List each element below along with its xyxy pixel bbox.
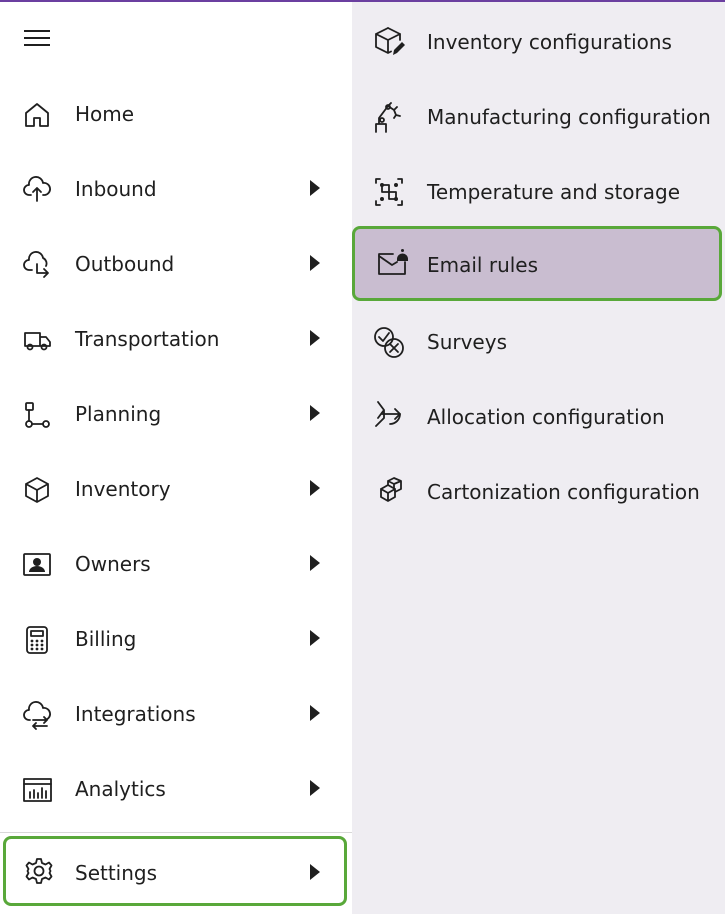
inbound-icon (22, 175, 52, 205)
nav-item-inventory[interactable]: Inventory (0, 459, 352, 519)
nav-item-home[interactable]: Home (0, 84, 352, 144)
chevron-right-icon (310, 255, 320, 271)
home-icon (22, 100, 52, 130)
boxes-icon (372, 475, 406, 509)
nav-item-label: Integrations (75, 702, 196, 726)
storage-grid-icon (372, 175, 406, 209)
robot-arm-icon (372, 100, 406, 134)
cloud-sync-icon (22, 700, 52, 730)
submenu-item-allocation-configuration[interactable]: Allocation configuration (352, 383, 725, 447)
allocation-arrow-icon (372, 400, 406, 434)
chevron-right-icon (310, 864, 320, 880)
submenu-item-label: Inventory configurations (427, 30, 672, 54)
nav-item-label: Billing (75, 627, 137, 651)
hamburger-icon[interactable] (22, 26, 52, 50)
chevron-right-icon (310, 555, 320, 571)
mail-alert-icon (375, 246, 409, 280)
submenu-item-surveys[interactable]: Surveys (352, 308, 725, 372)
nav-item-label: Analytics (75, 777, 166, 801)
submenu-item-cartonization-configuration[interactable]: Cartonization configuration (352, 458, 725, 522)
chevron-right-icon (310, 330, 320, 346)
settings-submenu: Inventory configurations Manufacturing c… (352, 2, 725, 914)
outbound-icon (22, 250, 52, 280)
submenu-item-label: Temperature and storage (427, 180, 681, 204)
nav-item-outbound[interactable]: Outbound (0, 234, 352, 294)
chart-icon (22, 775, 52, 805)
nav-item-label: Inbound (75, 177, 157, 201)
nav-item-label: Home (75, 102, 135, 126)
gear-icon (24, 856, 54, 886)
nav-item-label: Transportation (75, 327, 220, 351)
submenu-item-inventory-configurations[interactable]: Inventory configurations (352, 8, 725, 72)
owner-card-icon (22, 550, 52, 580)
chevron-right-icon (310, 180, 320, 196)
nav-item-billing[interactable]: Billing (0, 609, 352, 669)
chevron-right-icon (310, 780, 320, 796)
calculator-icon (22, 625, 52, 655)
nav-item-settings[interactable]: Settings (3, 836, 347, 906)
submenu-item-email-rules[interactable]: Email rules (352, 226, 722, 301)
nav-divider (0, 832, 352, 833)
nav-item-analytics[interactable]: Analytics (0, 759, 352, 819)
check-cancel-icon (372, 325, 406, 359)
submenu-item-label: Cartonization configuration (427, 480, 700, 504)
chevron-right-icon (310, 405, 320, 421)
box-edit-icon (372, 25, 406, 59)
planning-icon (22, 400, 52, 430)
box-icon (22, 475, 52, 505)
nav-item-label: Settings (75, 861, 158, 885)
main-navigation: Home Inbound Outbound Transportation Pla… (0, 2, 352, 914)
nav-item-owners[interactable]: Owners (0, 534, 352, 594)
submenu-item-label: Allocation configuration (427, 405, 665, 429)
submenu-item-label: Email rules (427, 253, 539, 277)
submenu-item-temperature-and-storage[interactable]: Temperature and storage (352, 158, 725, 222)
nav-item-label: Outbound (75, 252, 175, 276)
nav-item-integrations[interactable]: Integrations (0, 684, 352, 744)
chevron-right-icon (310, 630, 320, 646)
truck-icon (22, 325, 52, 355)
submenu-item-label: Surveys (427, 330, 507, 354)
nav-item-label: Inventory (75, 477, 171, 501)
nav-item-planning[interactable]: Planning (0, 384, 352, 444)
nav-item-label: Owners (75, 552, 151, 576)
submenu-item-label: Manufacturing configuration (427, 105, 711, 129)
nav-item-transportation[interactable]: Transportation (0, 309, 352, 369)
nav-item-label: Planning (75, 402, 162, 426)
chevron-right-icon (310, 480, 320, 496)
nav-item-inbound[interactable]: Inbound (0, 159, 352, 219)
submenu-item-manufacturing-configuration[interactable]: Manufacturing configuration (352, 83, 725, 147)
chevron-right-icon (310, 705, 320, 721)
